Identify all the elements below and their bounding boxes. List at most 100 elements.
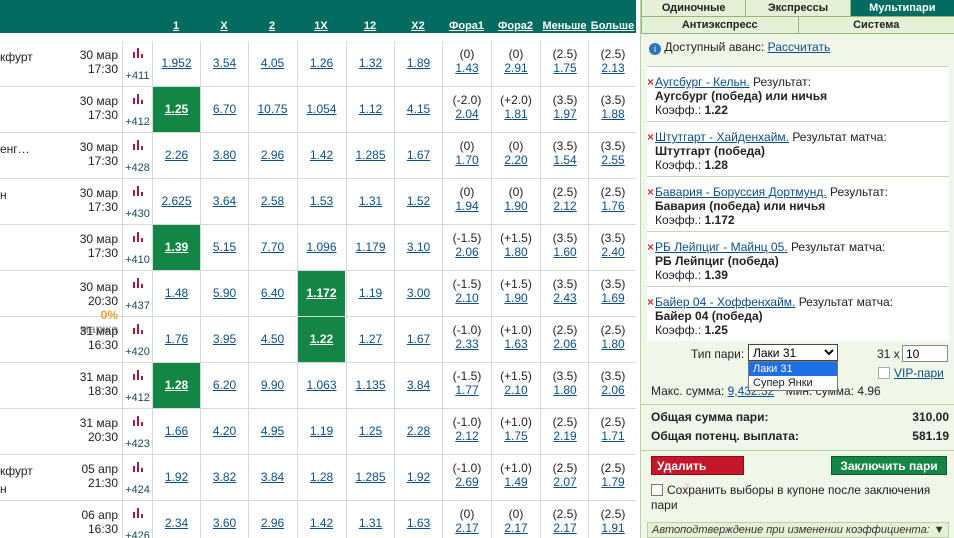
handicap-odds[interactable]: 2.20 <box>504 153 527 167</box>
odds-cell[interactable]: 3.10 <box>394 225 442 270</box>
handicap-odds[interactable]: 2.17 <box>504 521 527 535</box>
handicap-odds[interactable]: 1.75 <box>504 429 527 443</box>
markets-count[interactable]: +423 <box>123 438 152 450</box>
handicap-cell[interactable]: (2.5) 1.75 <box>540 41 589 86</box>
stats-cell[interactable]: +411 <box>122 41 152 86</box>
handicap-cell[interactable]: (+1.0) 1.75 <box>491 409 540 454</box>
odds-value[interactable]: 1.054 <box>298 87 345 132</box>
odds-cell[interactable]: 3.82 <box>200 455 248 500</box>
handicap-cell[interactable]: (+1.5) 1.90 <box>491 271 540 316</box>
odds-cell[interactable]: 4.95 <box>248 409 296 454</box>
odds-cell[interactable]: 3.95 <box>200 317 248 362</box>
odds-value[interactable]: 1.27 <box>347 317 394 362</box>
handicap-cell[interactable]: (3.5) 2.55 <box>588 133 636 178</box>
handicap-cell[interactable]: (-1.5) 1.77 <box>442 363 491 408</box>
odds-value[interactable]: 3.60 <box>201 501 248 538</box>
handicap-odds[interactable]: 2.13 <box>601 61 624 75</box>
odds-value[interactable]: 2.58 <box>249 179 296 224</box>
column-header[interactable]: 1 <box>152 20 200 33</box>
odds-value[interactable]: 1.285 <box>347 455 394 500</box>
handicap-odds[interactable]: 1.77 <box>455 383 478 397</box>
team-name[interactable] <box>0 87 70 132</box>
odds-cell[interactable]: 1.25 <box>346 409 394 454</box>
markets-count[interactable]: +437 <box>123 300 152 312</box>
odds-cell[interactable]: 3.84 <box>248 455 296 500</box>
odds-value[interactable]: 1.67 <box>395 317 442 362</box>
odds-value[interactable]: 1.25 <box>347 409 394 454</box>
odds-value[interactable]: 1.31 <box>347 179 394 224</box>
markets-count[interactable]: +410 <box>123 254 152 266</box>
odds-cell[interactable]: 10.75 <box>248 87 296 132</box>
bet-type-option-lucky31[interactable]: Лаки 31 <box>749 362 837 376</box>
handicap-cell[interactable]: (3.5) 2.40 <box>588 225 636 270</box>
handicap-cell[interactable]: (+1.5) 1.80 <box>491 225 540 270</box>
team-label[interactable]: енг… <box>0 142 30 156</box>
tab-system[interactable]: Система <box>797 16 954 34</box>
handicap-cell[interactable]: (3.5) 1.54 <box>540 133 589 178</box>
odds-cell[interactable]: 6.20 <box>200 363 248 408</box>
odds-value[interactable]: 1.48 <box>153 271 200 316</box>
odds-value[interactable]: 1.32 <box>347 41 394 86</box>
odds-value[interactable]: 1.42 <box>298 501 345 538</box>
odds-cell[interactable]: 1.27 <box>346 317 394 362</box>
handicap-odds[interactable]: 1.71 <box>601 429 624 443</box>
handicap-odds[interactable]: 2.19 <box>553 429 576 443</box>
team-name[interactable] <box>0 225 70 270</box>
column-header[interactable]: Фора2 <box>491 20 540 33</box>
odds-cell[interactable]: 1.12 <box>346 87 394 132</box>
odds-cell[interactable]: 2.34 <box>152 501 200 538</box>
bar-chart-icon[interactable] <box>133 462 143 472</box>
odds-cell[interactable]: 1.66 <box>152 409 200 454</box>
odds-cell[interactable]: 1.42 <box>297 501 345 538</box>
odds-cell[interactable]: 1.31 <box>346 179 394 224</box>
odds-value[interactable]: 3.82 <box>201 455 248 500</box>
odds-cell[interactable]: 1.28 <box>152 363 200 408</box>
handicap-odds[interactable]: 1.80 <box>553 383 576 397</box>
bar-chart-icon[interactable] <box>133 278 143 288</box>
handicap-cell[interactable]: (-1.5) 2.10 <box>442 271 491 316</box>
odds-value[interactable]: 3.54 <box>201 41 248 86</box>
odds-value[interactable]: 3.84 <box>395 363 442 408</box>
odds-value[interactable]: 1.952 <box>153 41 200 86</box>
odds-cell[interactable]: 1.054 <box>297 87 345 132</box>
team-name[interactable] <box>0 501 70 538</box>
handicap-odds[interactable]: 2.07 <box>553 475 576 489</box>
handicap-odds[interactable]: 1.81 <box>504 107 527 121</box>
handicap-cell[interactable]: (2.5) 2.12 <box>540 179 589 224</box>
odds-value[interactable]: 3.95 <box>201 317 248 362</box>
odds-value[interactable]: 10.75 <box>249 87 296 132</box>
handicap-odds[interactable]: 1.80 <box>601 337 624 351</box>
bar-chart-icon[interactable] <box>133 324 143 334</box>
team-name[interactable]: кфурт н <box>0 455 70 500</box>
bet-type-select[interactable]: Лаки 31 <box>748 344 838 361</box>
odds-cell[interactable]: 1.42 <box>297 133 345 178</box>
odds-cell[interactable]: 1.096 <box>297 225 345 270</box>
odds-cell[interactable]: 1.89 <box>394 41 442 86</box>
handicap-cell[interactable]: (0) 1.43 <box>442 41 491 86</box>
odds-value[interactable]: 1.53 <box>298 179 345 224</box>
odds-cell[interactable]: 5.15 <box>200 225 248 270</box>
odds-cell[interactable]: 2.96 <box>248 133 296 178</box>
handicap-cell[interactable]: (3.5) 1.80 <box>540 363 589 408</box>
markets-count[interactable]: +411 <box>123 70 152 82</box>
place-bet-button[interactable]: Заключить пари <box>831 456 947 475</box>
odds-value[interactable]: 1.28 <box>153 363 200 408</box>
handicap-cell[interactable]: (0) 1.70 <box>442 133 491 178</box>
odds-value[interactable]: 1.096 <box>298 225 345 270</box>
odds-value[interactable]: 1.19 <box>347 271 394 316</box>
odds-cell[interactable]: 1.63 <box>394 501 442 538</box>
odds-value[interactable]: 1.172 <box>298 271 345 316</box>
odds-cell[interactable]: 1.32 <box>346 41 394 86</box>
handicap-cell[interactable]: (-1.0) 2.33 <box>442 317 491 362</box>
handicap-cell[interactable]: (2.5) 2.13 <box>588 41 636 86</box>
odds-cell[interactable]: 1.285 <box>346 455 394 500</box>
handicap-odds[interactable]: 1.94 <box>455 199 478 213</box>
info-icon[interactable]: i <box>649 43 661 55</box>
handicap-odds[interactable]: 2.10 <box>455 291 478 305</box>
handicap-odds[interactable]: 2.06 <box>455 245 478 259</box>
odds-value[interactable]: 9.90 <box>249 363 296 408</box>
odds-value[interactable]: 3.80 <box>201 133 248 178</box>
odds-value[interactable]: 7.70 <box>249 225 296 270</box>
odds-cell[interactable]: 6.40 <box>248 271 296 316</box>
handicap-odds[interactable]: 2.33 <box>455 337 478 351</box>
